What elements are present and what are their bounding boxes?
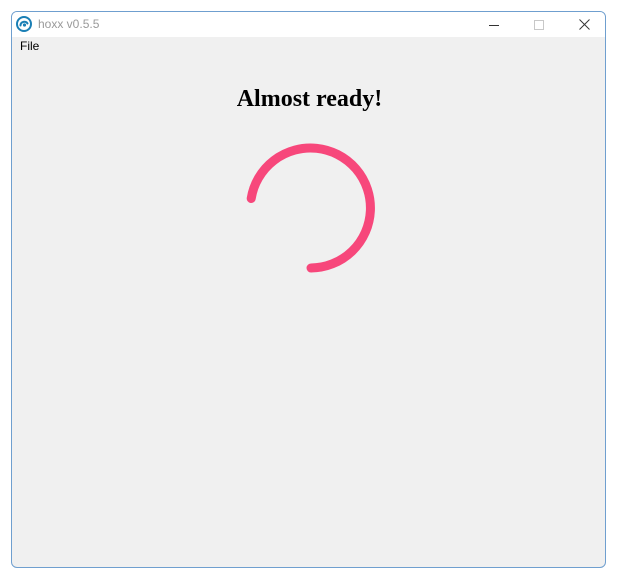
minimize-icon bbox=[489, 24, 499, 26]
menu-item-file[interactable]: File bbox=[19, 39, 40, 54]
close-icon bbox=[578, 19, 590, 30]
hoxx-logo-icon bbox=[16, 16, 32, 32]
close-button[interactable] bbox=[561, 12, 605, 37]
title-bar[interactable]: hoxx v0.5.5 bbox=[12, 12, 605, 37]
loading-spinner-icon bbox=[246, 143, 375, 273]
minimize-button[interactable] bbox=[471, 12, 517, 37]
app-window: hoxx v0.5.5 File Almost ready! bbox=[11, 11, 606, 568]
maximize-icon bbox=[534, 19, 544, 30]
maximize-button[interactable] bbox=[516, 12, 562, 37]
window-title: hoxx v0.5.5 bbox=[38, 17, 100, 31]
menu-bar: File bbox=[12, 37, 605, 56]
page-heading: Almost ready! bbox=[236, 86, 383, 112]
